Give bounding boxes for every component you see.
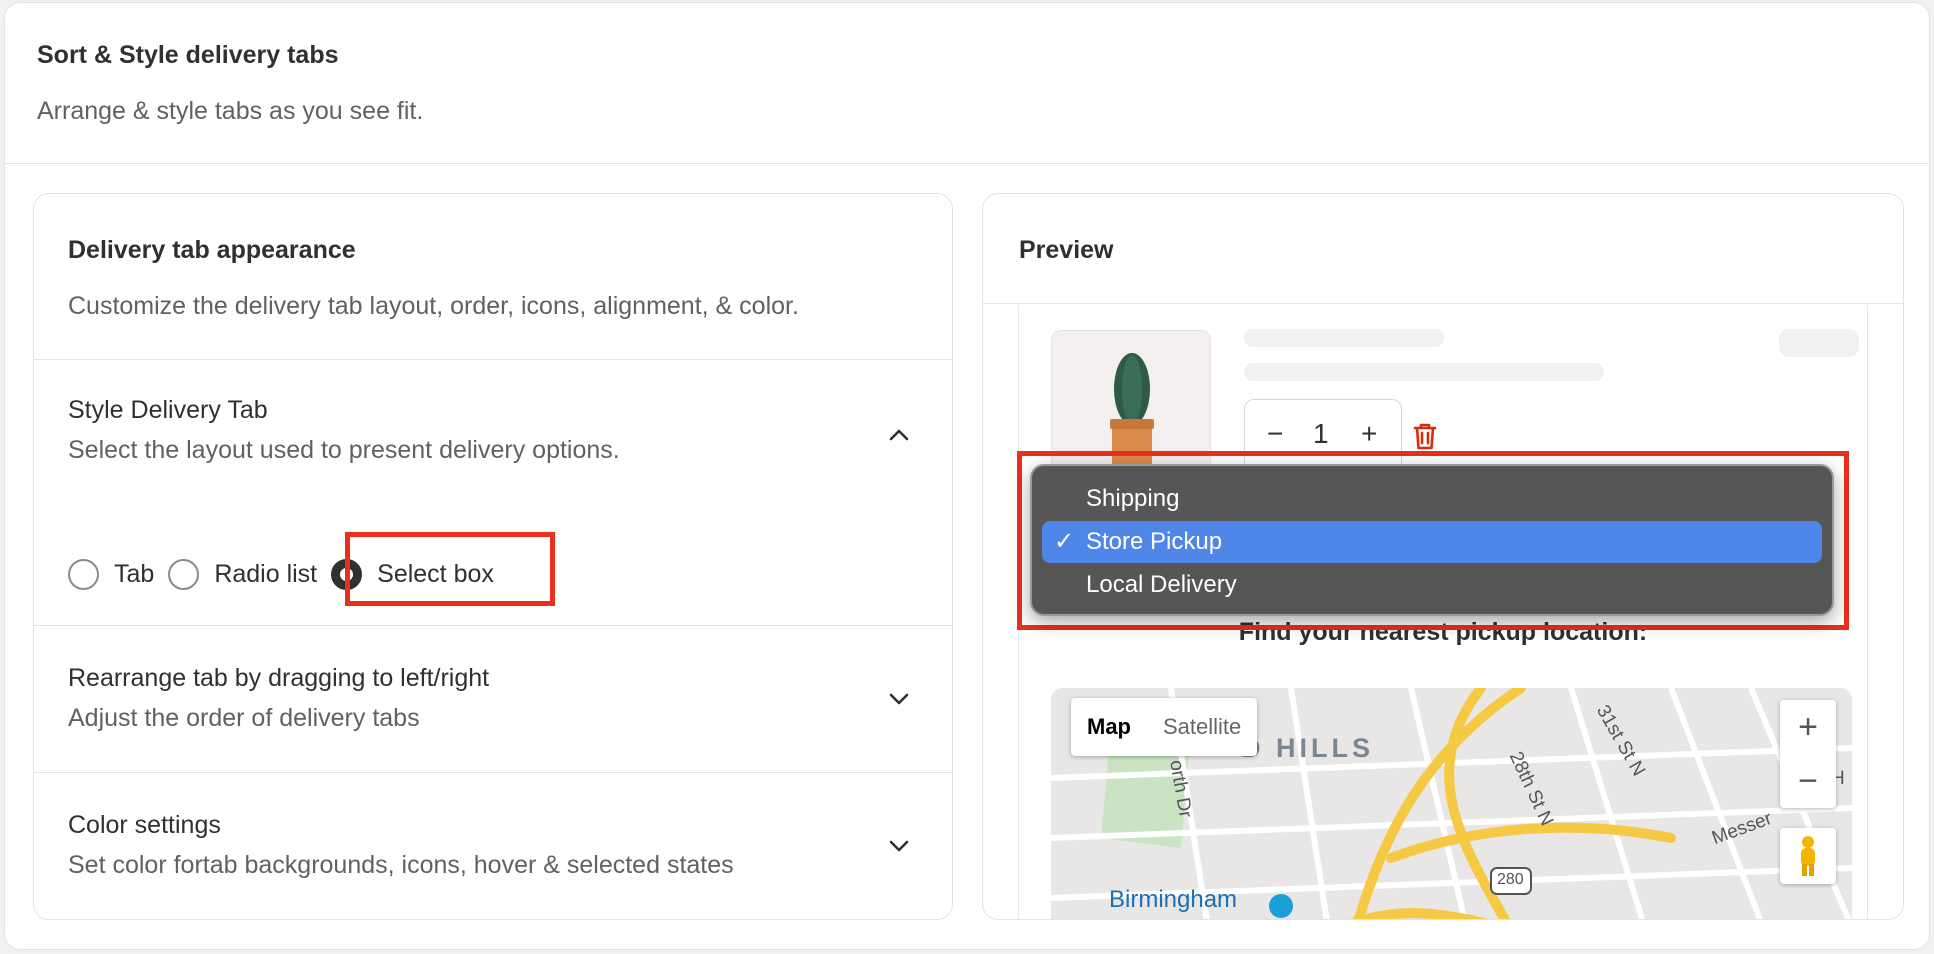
map-type-toggle: Map Satellite	[1071, 698, 1258, 756]
rearrange-section[interactable]: Rearrange tab by dragging to left/right …	[34, 626, 952, 773]
dropdown-option-local-delivery[interactable]: Local Delivery	[1042, 564, 1822, 606]
zoom-out-button[interactable]: −	[1780, 754, 1836, 808]
quantity-value: 1	[1313, 418, 1329, 449]
radio-label-tab: Tab	[114, 559, 155, 588]
map-type-map[interactable]: Map	[1071, 698, 1147, 756]
zoom-in-button[interactable]: +	[1780, 700, 1836, 754]
pegman-icon	[1801, 836, 1815, 876]
skeleton-price	[1779, 329, 1859, 357]
style-tab-subtitle: Select the layout used to present delive…	[68, 436, 620, 464]
rearrange-title: Rearrange tab by dragging to left/right	[68, 664, 490, 692]
panel-subtitle: Arrange & style tabs as you see fit.	[37, 97, 424, 125]
dropdown-option-shipping[interactable]: Shipping	[1042, 478, 1822, 520]
trash-icon[interactable]	[1411, 421, 1439, 451]
color-settings-title: Color settings	[68, 811, 221, 839]
panel-title: Sort & Style delivery tabs	[37, 41, 339, 69]
map-type-satellite[interactable]: Satellite	[1147, 698, 1257, 756]
map-neighborhood-label: D HILLS	[1241, 733, 1374, 763]
check-icon: ✓	[1054, 528, 1075, 555]
dropdown-option-label: Store Pickup	[1086, 528, 1223, 555]
map-zoom-control: + −	[1780, 700, 1836, 808]
chevron-down-icon[interactable]	[886, 686, 912, 712]
color-settings-section[interactable]: Color settings Set color fortab backgrou…	[34, 773, 952, 919]
rearrange-subtitle: Adjust the order of delivery tabs	[68, 704, 420, 732]
panel-header: Sort & Style delivery tabs Arrange & sty…	[5, 3, 1929, 164]
appearance-header: Delivery tab appearance Customize the de…	[34, 194, 952, 360]
dropdown-option-store-pickup[interactable]: ✓ Store Pickup	[1042, 521, 1822, 563]
plus-icon[interactable]: +	[1361, 418, 1377, 450]
preview-title: Preview	[1019, 236, 1114, 264]
chevron-down-icon[interactable]	[886, 833, 912, 859]
radio-radio-list[interactable]	[168, 558, 200, 590]
style-tab-title: Style Delivery Tab	[68, 396, 268, 424]
color-settings-subtitle: Set color fortab backgrounds, icons, hov…	[68, 851, 734, 879]
radio-tab[interactable]	[68, 558, 99, 590]
delivery-method-dropdown: Shipping ✓ Store Pickup Local Delivery	[1030, 464, 1834, 616]
radio-option-radio-list[interactable]: Radio list	[168, 558, 331, 590]
street-view-pegman[interactable]	[1780, 828, 1836, 884]
skeleton-line	[1244, 329, 1444, 347]
select-box-highlight	[345, 532, 555, 606]
appearance-subtitle: Customize the delivery tab layout, order…	[68, 292, 799, 320]
radio-label-radio-list: Radio list	[214, 559, 318, 588]
preview-header: Preview	[983, 194, 1903, 304]
style-tab-toggle[interactable]: Style Delivery Tab Select the layout use…	[34, 360, 952, 490]
skeleton-line	[1244, 363, 1604, 381]
radio-option-tab[interactable]: Tab	[68, 558, 168, 590]
chevron-up-icon[interactable]	[886, 422, 912, 448]
minus-icon[interactable]: −	[1267, 418, 1283, 450]
map-highway-label: 280	[1497, 871, 1524, 888]
appearance-title: Delivery tab appearance	[68, 236, 356, 264]
pickup-map[interactable]: D HILLS orth Dr 31st St N 28th St N Mess…	[1051, 688, 1852, 919]
map-city-label: Birmingham	[1109, 886, 1238, 913]
